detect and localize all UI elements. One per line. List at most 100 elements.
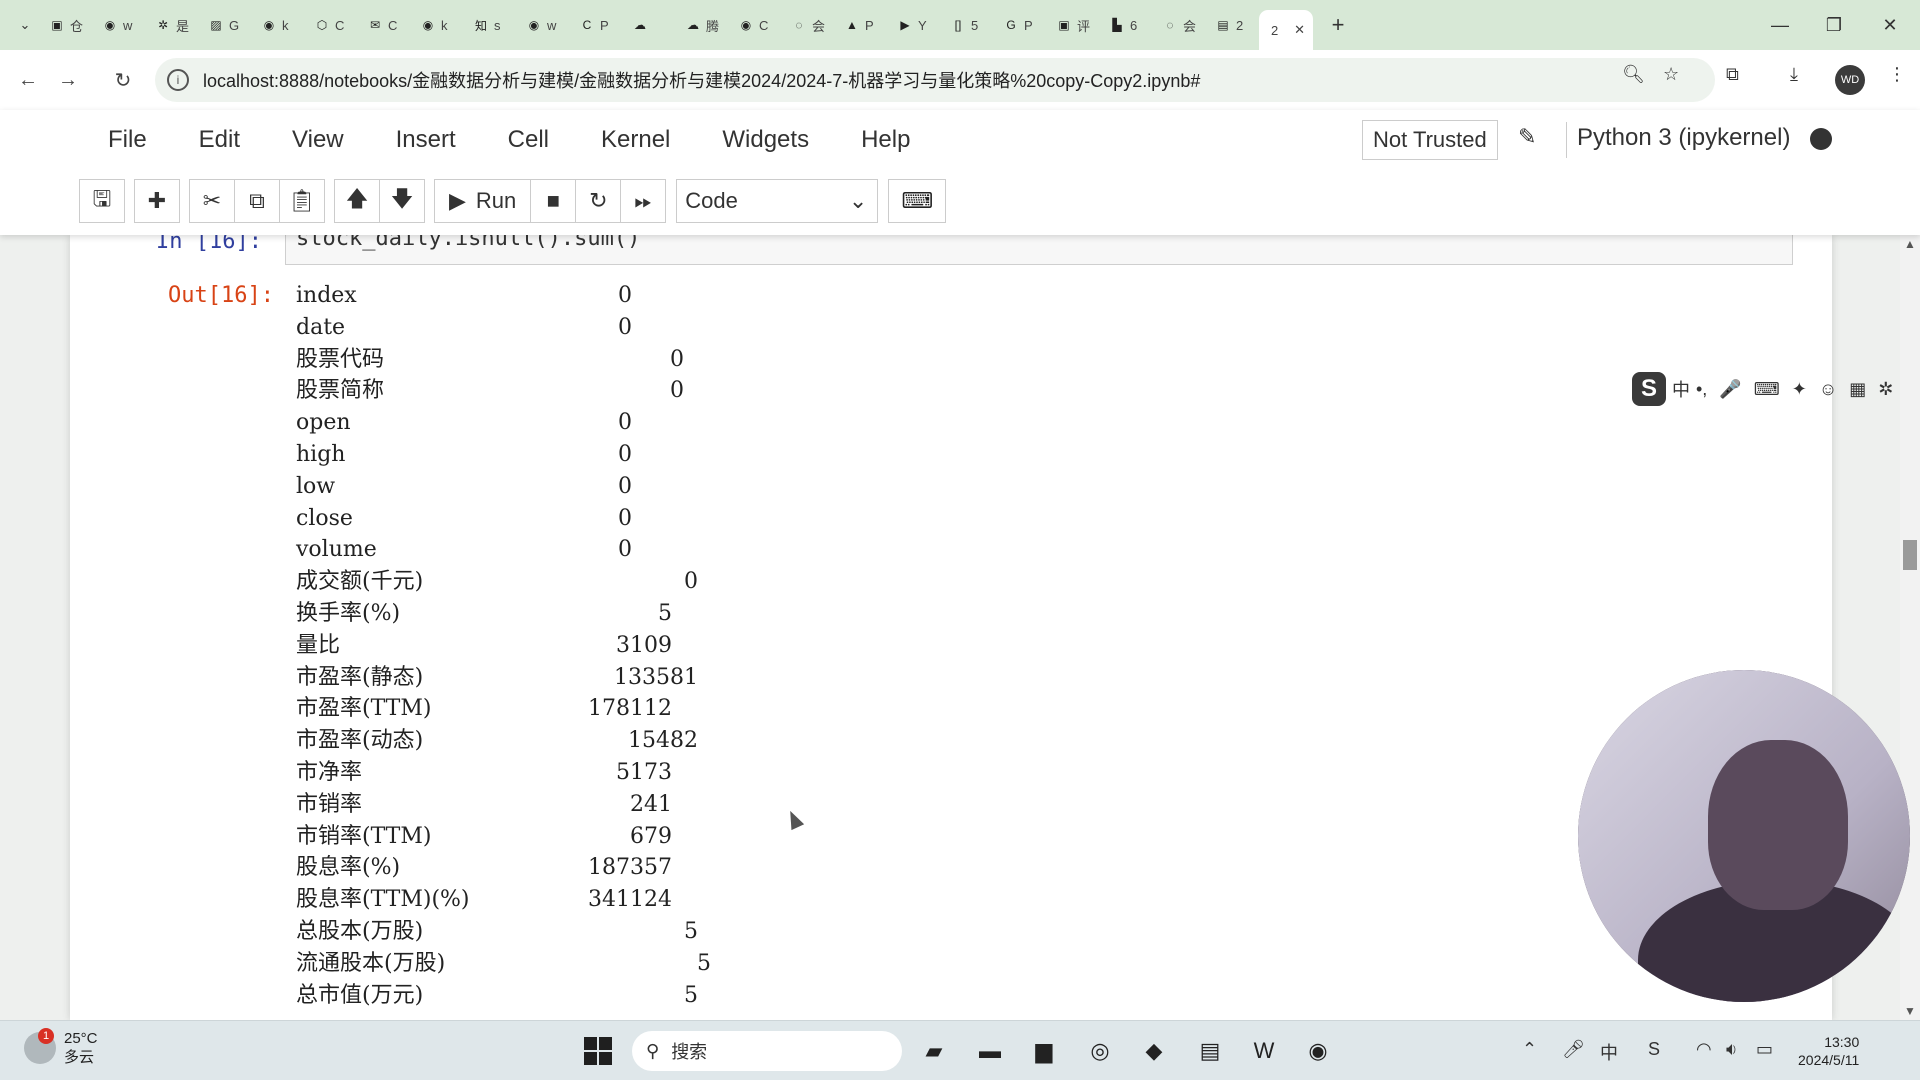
file-explorer-icon[interactable]: ▆ [1026, 1033, 1062, 1069]
tab-search-button[interactable]: ⌄ [10, 10, 40, 40]
close-window-button[interactable]: ✕ [1862, 0, 1918, 50]
browser-tab[interactable]: 知s [464, 7, 517, 43]
browser-tab[interactable]: ▨ G [199, 7, 252, 43]
menu-kernel[interactable]: Kernel [575, 126, 696, 154]
scroll-thumb[interactable] [1903, 540, 1917, 570]
keyboard-icon[interactable]: ⌨ [888, 179, 947, 223]
browser-tab[interactable]: ✲ 是 [146, 7, 199, 43]
cell-type-select[interactable]: Code ⌄ [676, 179, 879, 223]
browser-tab[interactable]: ▲ P [835, 7, 888, 43]
url-text[interactable]: localhost:8888/notebooks/金融数据分析与建模/金融数据分… [203, 67, 1200, 93]
browser-tab[interactable]: ◌ 会 [1153, 7, 1206, 43]
cut-icon[interactable]: ✂ [189, 179, 235, 223]
input-language[interactable]: 中 [1600, 1039, 1618, 1065]
ime-tool-icon[interactable]: 🎤 [1719, 379, 1741, 400]
ime-tool-icon[interactable]: •, [1696, 379, 1707, 400]
fast-forward-icon[interactable]: ⏩︎ [620, 179, 667, 223]
download-icon[interactable]: ⤓ [1790, 64, 1798, 85]
browser-tab[interactable]: ◌ 会 [782, 7, 835, 43]
url-bar[interactable]: i localhost:8888/notebooks/金融数据分析与建模/金融数… [155, 58, 1715, 102]
move-down-icon[interactable]: 🡇 [379, 179, 425, 223]
browser-tab[interactable]: GP [994, 7, 1047, 43]
edit-pencil-icon[interactable]: ✎ [1518, 124, 1536, 150]
browser-tab[interactable]: ✉ C [358, 7, 411, 43]
browser-tab[interactable]: ▣ 评 [1047, 7, 1100, 43]
forward-icon[interactable]: → [48, 60, 88, 100]
ime-tool-icon[interactable]: ⌨ [1754, 379, 1780, 400]
reload-icon[interactable]: ↻ [103, 60, 143, 100]
stop-icon[interactable]: ■ [530, 179, 577, 223]
menu-cell[interactable]: Cell [482, 126, 575, 154]
browser-tab[interactable]: CP [570, 7, 623, 43]
ime-tool-icon[interactable]: ☺ [1819, 379, 1837, 400]
kernel-name[interactable]: Python 3 (ipykernel) [1577, 124, 1790, 152]
browser-tab[interactable]: ◉ w [93, 7, 146, 43]
zoom-icon[interactable]: 🔍︎ [1622, 64, 1645, 85]
browser-menu-icon[interactable]: ⋮ [1888, 64, 1906, 85]
restart-icon[interactable]: ↻ [575, 179, 622, 223]
run-button[interactable]: ▶ Run [434, 179, 532, 223]
taskbar-app-icon-2[interactable]: ◆ [1136, 1033, 1172, 1069]
browser-tab[interactable]: ◉ w [517, 7, 570, 43]
browser-tab[interactable]: [] 5 [941, 7, 994, 43]
browser-tab[interactable]: ▶ Y [888, 7, 941, 43]
extensions-icon[interactable]: ⧉ [1726, 64, 1739, 85]
browser-tab[interactable]: ▤ 2 [1206, 7, 1259, 43]
move-up-icon[interactable]: 🡅 [334, 179, 380, 223]
menu-file[interactable]: File [80, 126, 173, 154]
bookmark-star-icon[interactable]: ☆ [1663, 64, 1679, 85]
output-row-name: 市盈率(动态) [296, 728, 424, 754]
ime-mode[interactable]: 中 [1672, 376, 1690, 402]
menu-widgets[interactable]: Widgets [696, 126, 835, 154]
site-info-icon[interactable]: i [167, 69, 189, 91]
save-icon[interactable]: 🖫 [79, 179, 125, 223]
copy-icon[interactable]: ⧉ [234, 179, 280, 223]
browser-tab[interactable]: ◉ k [252, 7, 305, 43]
taskbar-app-icon[interactable]: ▬ [972, 1033, 1008, 1069]
ime-tool-icon[interactable]: ✲ [1878, 379, 1893, 400]
menu-help[interactable]: Help [835, 126, 936, 154]
menu-edit[interactable]: Edit [173, 126, 266, 154]
volume-icon[interactable]: 🔉︎ [1726, 1039, 1737, 1060]
minimize-button[interactable]: — [1752, 0, 1808, 50]
scroll-down-icon[interactable]: ▼ [1900, 1004, 1920, 1018]
browser-tab[interactable]: ◉ k [411, 7, 464, 43]
chrome-icon[interactable]: ◎ [1082, 1033, 1118, 1069]
wps-icon[interactable]: W [1246, 1033, 1282, 1069]
menu-view[interactable]: View [266, 126, 370, 154]
browser-tab[interactable]: ☁ 腾 [676, 7, 729, 43]
sogou-tray-icon[interactable]: S [1648, 1039, 1660, 1060]
weather-widget[interactable]: 1 25°C 多云 [24, 1028, 98, 1067]
active-tab[interactable]: 2 ✕ [1259, 10, 1313, 50]
browser-tab[interactable]: ☁ [623, 7, 676, 43]
profile-avatar[interactable]: WD [1835, 65, 1865, 95]
browser-tab[interactable]: ▣ 仓 [40, 7, 93, 43]
ime-tool-icon[interactable]: ✦ [1792, 379, 1807, 400]
tab-close-icon[interactable]: ✕ [1294, 22, 1305, 38]
scroll-up-icon[interactable]: ▲ [1900, 237, 1920, 251]
paste-icon[interactable]: 📋︎ [279, 179, 325, 223]
battery-icon[interactable]: ▭ [1756, 1039, 1773, 1060]
wifi-icon[interactable]: ◠ [1696, 1039, 1712, 1060]
browser-tab[interactable]: ◉ C [729, 7, 782, 43]
task-view-icon[interactable]: ▰ [916, 1033, 952, 1069]
tray-chevron-icon[interactable]: ⌃ [1522, 1039, 1537, 1060]
windows-start-icon[interactable] [584, 1037, 612, 1065]
restore-button[interactable]: ❐ [1806, 0, 1862, 50]
system-clock[interactable]: 13:30 2024/5/11 [1798, 1033, 1859, 1069]
back-icon[interactable]: ← [8, 60, 48, 100]
microphone-icon[interactable]: 🎤︎ [1562, 1039, 1585, 1060]
insert-cell-icon[interactable]: ✚ [134, 179, 180, 223]
taskbar-search[interactable]: ⚲ 搜索 [632, 1031, 902, 1071]
menu-insert[interactable]: Insert [370, 126, 482, 154]
browser-tab[interactable]: ⬡ C [305, 7, 358, 43]
code-cell-input[interactable]: stock_daily.isnull().sum() [285, 235, 1793, 265]
terminal-icon[interactable]: ▤ [1192, 1033, 1228, 1069]
code-text[interactable]: stock_daily.isnull().sum() [296, 235, 640, 251]
trust-status-button[interactable]: Not Trusted [1362, 120, 1498, 160]
sogou-logo-icon[interactable]: S [1632, 372, 1666, 406]
browser-tab[interactable]: ▙ 6 [1100, 7, 1153, 43]
new-tab-button[interactable]: + [1323, 12, 1353, 38]
recorder-icon[interactable]: ◉ [1300, 1033, 1336, 1069]
ime-tool-icon[interactable]: ▦ [1849, 379, 1866, 400]
